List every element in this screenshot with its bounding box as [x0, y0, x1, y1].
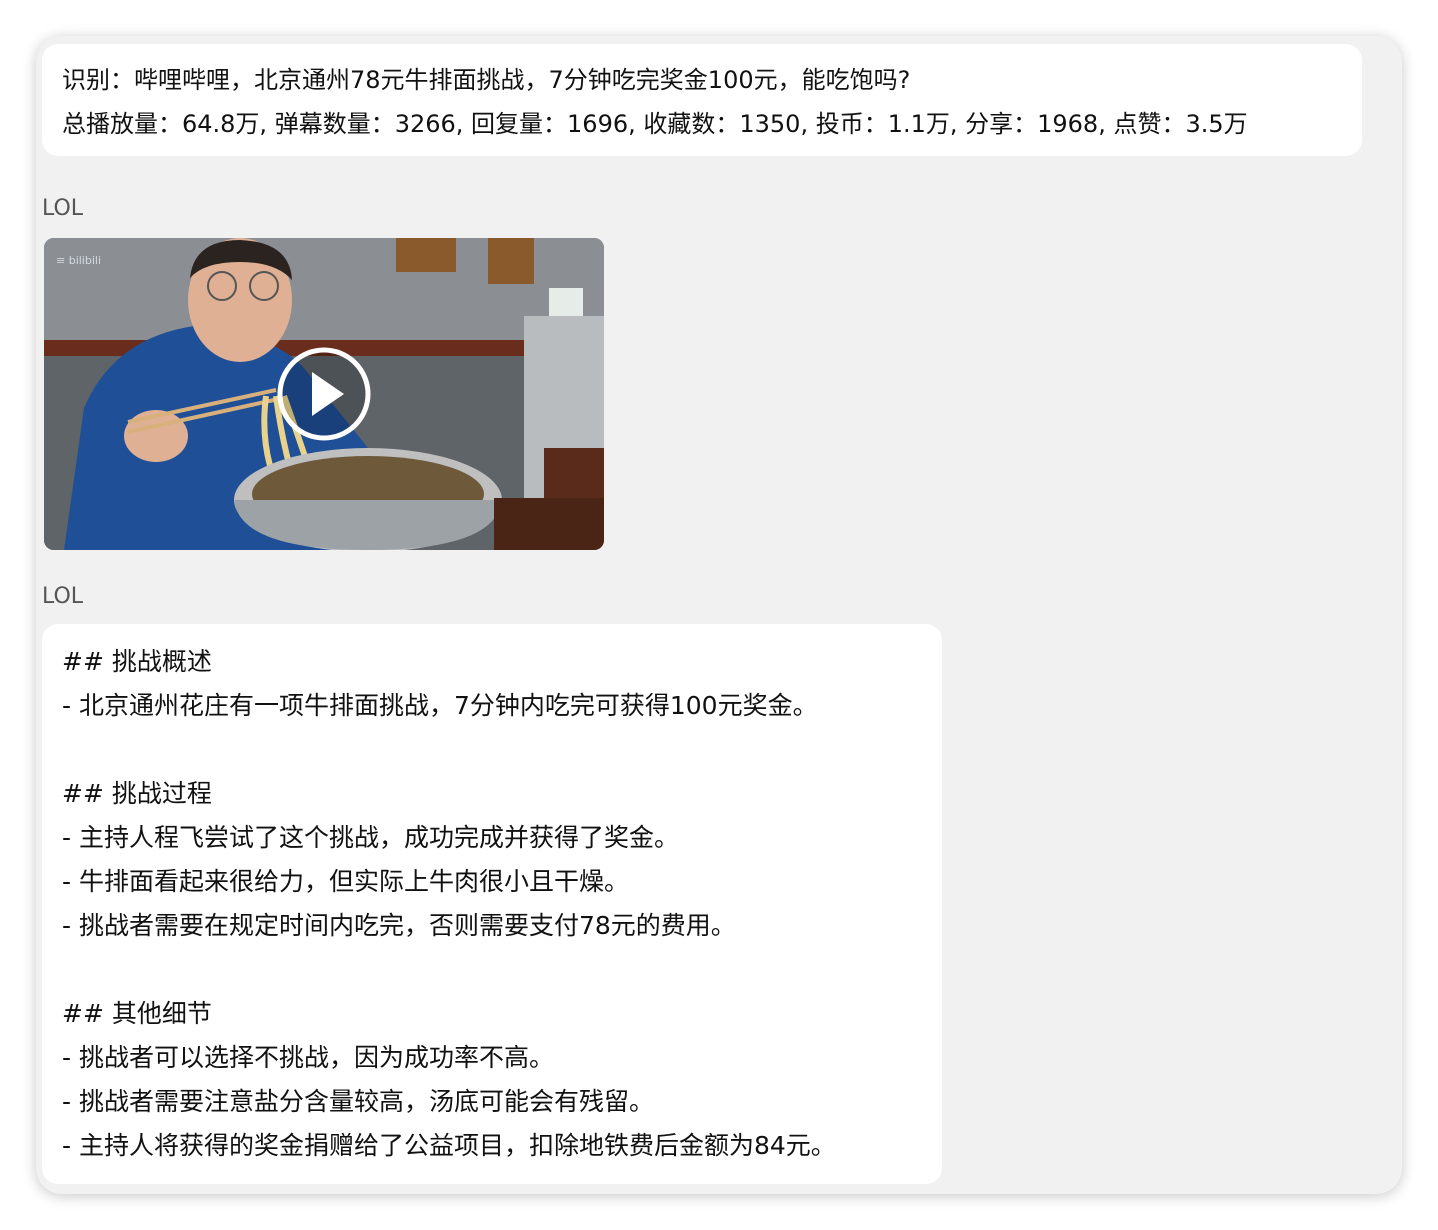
answer-line	[62, 728, 922, 772]
sender-label: LOL	[42, 584, 84, 609]
answer-line: ## 挑战过程	[62, 779, 212, 808]
video-thumbnail[interactable]: ≡ bilibili	[44, 238, 604, 550]
video-frame: ≡ bilibili	[44, 238, 604, 550]
answer-line	[62, 948, 922, 992]
play-circle-icon	[277, 347, 371, 441]
assistant-answer-bubble: ## 挑战概述 - 北京通州花庄有一项牛排面挑战，7分钟内吃完可获得100元奖金。…	[42, 624, 942, 1184]
answer-line: ## 其他细节	[62, 999, 212, 1028]
prompt-line-stats: 总播放量：64.8万, 弹幕数量：3266, 回复量：1696, 收藏数：135…	[62, 110, 1248, 138]
answer-line: - 挑战者可以选择不挑战，因为成功率不高。	[62, 1043, 554, 1072]
answer-line: - 牛排面看起来很给力，但实际上牛肉很小且干燥。	[62, 867, 629, 896]
bilibili-watermark-icon: ≡ bilibili	[56, 254, 101, 267]
answer-line: - 挑战者需要注意盐分含量较高，汤底可能会有残留。	[62, 1087, 654, 1116]
answer-line: - 主持人程飞尝试了这个挑战，成功完成并获得了奖金。	[62, 823, 679, 852]
answer-line: - 主持人将获得的奖金捐赠给了公益项目，扣除地铁费后金额为84元。	[62, 1131, 836, 1160]
chat-window: 识别：哔哩哔哩，北京通州78元牛排面挑战，7分钟吃完奖金100元，能吃饱吗? 总…	[36, 36, 1402, 1194]
answer-line: - 挑战者需要在规定时间内吃完，否则需要支付78元的费用。	[62, 911, 736, 940]
prompt-line-title: 识别：哔哩哔哩，北京通州78元牛排面挑战，7分钟吃完奖金100元，能吃饱吗?	[62, 66, 911, 94]
sender-label: LOL	[42, 196, 84, 221]
answer-line: ## 挑战概述	[62, 647, 212, 676]
user-prompt-bubble: 识别：哔哩哔哩，北京通州78元牛排面挑战，7分钟吃完奖金100元，能吃饱吗? 总…	[42, 44, 1362, 156]
answer-line: - 北京通州花庄有一项牛排面挑战，7分钟内吃完可获得100元奖金。	[62, 691, 818, 720]
